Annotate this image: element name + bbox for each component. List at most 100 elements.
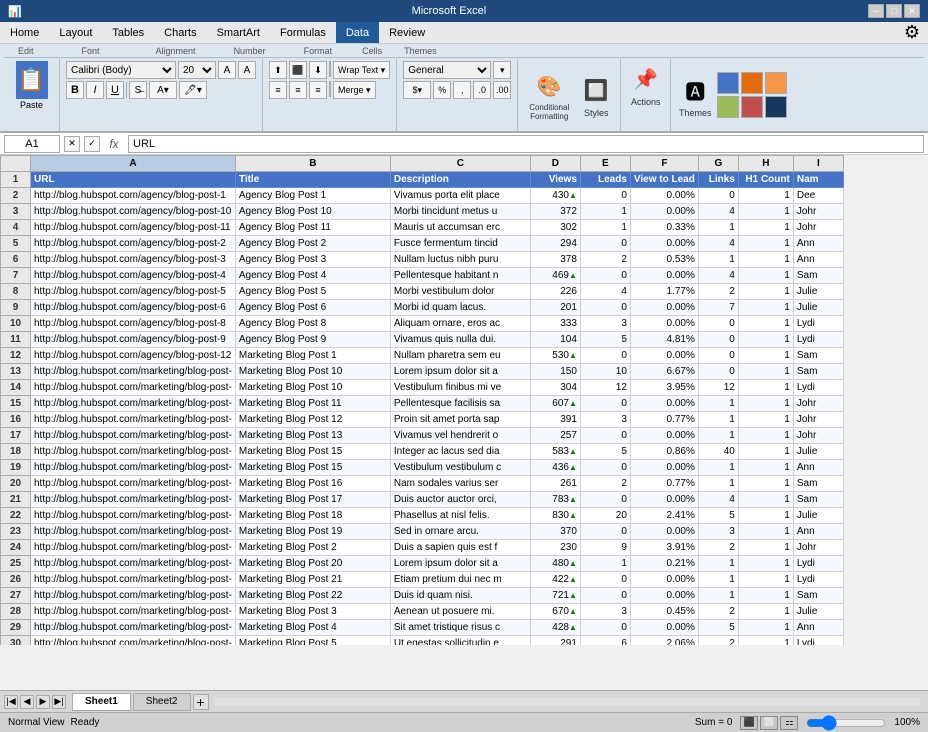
cell[interactable]: 0	[580, 460, 630, 476]
cell[interactable]: Marketing Blog Post 18	[235, 508, 390, 524]
cell[interactable]: http://blog.hubspot.com/marketing/blog-p…	[31, 396, 236, 412]
cell[interactable]: 0.00%	[630, 268, 698, 284]
cell[interactable]: 9	[580, 540, 630, 556]
row-number[interactable]: 27	[1, 588, 31, 604]
cell[interactable]: 1	[698, 460, 738, 476]
cell[interactable]: 201	[530, 300, 580, 316]
cell[interactable]: Lorem ipsum dolor sit a	[390, 556, 530, 572]
cell[interactable]: http://blog.hubspot.com/agency/blog-post…	[31, 332, 236, 348]
row-number[interactable]: 9	[1, 300, 31, 316]
tab-next-button[interactable]: ▶	[36, 695, 50, 709]
cell[interactable]: 1	[738, 204, 793, 220]
grid-wrapper[interactable]: A B C D E F G H I 1 URL Title Descriptio…	[0, 155, 928, 645]
row-number[interactable]: 4	[1, 220, 31, 236]
cell[interactable]: 4.81%	[630, 332, 698, 348]
normal-view-button[interactable]: ⬛	[740, 716, 758, 730]
cell[interactable]: Marketing Blog Post 3	[235, 604, 390, 620]
increase-decimal-button[interactable]: .00	[493, 81, 511, 99]
font-size-select[interactable]: 20	[178, 61, 216, 79]
cell[interactable]: http://blog.hubspot.com/marketing/blog-p…	[31, 540, 236, 556]
cell[interactable]: 1	[738, 412, 793, 428]
cell[interactable]: Duis id quam nisi.	[390, 588, 530, 604]
cell[interactable]: Morbi tincidunt metus u	[390, 204, 530, 220]
cell[interactable]: http://blog.hubspot.com/marketing/blog-p…	[31, 444, 236, 460]
cell[interactable]: Vivamus vel hendrerit o	[390, 428, 530, 444]
cell[interactable]: 0.00%	[630, 524, 698, 540]
cell[interactable]: 333	[530, 316, 580, 332]
cell[interactable]: 0.00%	[630, 300, 698, 316]
cell[interactable]: 0	[580, 492, 630, 508]
close-button[interactable]: ✕	[904, 4, 920, 18]
cell[interactable]: Lydi	[793, 332, 843, 348]
cell[interactable]: 0.00%	[630, 572, 698, 588]
italic-button[interactable]: I	[86, 81, 104, 99]
cell[interactable]: 5	[698, 508, 738, 524]
cell[interactable]: Johr	[793, 220, 843, 236]
row-number[interactable]: 21	[1, 492, 31, 508]
cell[interactable]: 1	[698, 556, 738, 572]
cell[interactable]: 0.00%	[630, 348, 698, 364]
percent-button[interactable]: %	[433, 81, 451, 99]
cell[interactable]: 3.91%	[630, 540, 698, 556]
col-header-i[interactable]: I	[793, 156, 843, 172]
cell[interactable]: 378	[530, 252, 580, 268]
minimize-button[interactable]: ─	[868, 4, 884, 18]
col-header-f[interactable]: F	[630, 156, 698, 172]
cell[interactable]: 1	[738, 396, 793, 412]
row-number[interactable]: 8	[1, 284, 31, 300]
cell[interactable]: http://blog.hubspot.com/marketing/blog-p…	[31, 364, 236, 380]
align-bottom-button[interactable]: ⬇	[309, 61, 327, 79]
cell[interactable]: 0.77%	[630, 412, 698, 428]
cell[interactable]: 1	[738, 460, 793, 476]
cell[interactable]: Lydi	[793, 380, 843, 396]
cell[interactable]: 20	[580, 508, 630, 524]
cell[interactable]: Marketing Blog Post 11	[235, 396, 390, 412]
cell[interactable]: 0	[698, 188, 738, 204]
cell[interactable]: 4	[698, 492, 738, 508]
cell[interactable]: 1	[738, 188, 793, 204]
cell[interactable]: Pellentesque facilisis sa	[390, 396, 530, 412]
align-left-button[interactable]: ≡	[269, 81, 287, 99]
styles-button[interactable]: 🔲 Styles	[578, 72, 614, 118]
cell[interactable]: 1	[738, 620, 793, 636]
cell[interactable]: 5	[580, 332, 630, 348]
cell[interactable]: 1	[580, 220, 630, 236]
cell[interactable]: 0.00%	[630, 428, 698, 444]
cell[interactable]: 3	[580, 604, 630, 620]
cell[interactable]: 1	[738, 236, 793, 252]
cell[interactable]: 4	[698, 268, 738, 284]
cell[interactable]: Agency Blog Post 3	[235, 252, 390, 268]
align-top-button[interactable]: ⬆	[269, 61, 287, 79]
row-number[interactable]: 11	[1, 332, 31, 348]
row-number[interactable]: 13	[1, 364, 31, 380]
cell[interactable]: 302	[530, 220, 580, 236]
maximize-button[interactable]: □	[886, 4, 902, 18]
cell[interactable]: 3	[698, 524, 738, 540]
cell[interactable]: 104	[530, 332, 580, 348]
formula-input[interactable]	[128, 135, 924, 153]
cell[interactable]: 436▲	[530, 460, 580, 476]
row-number[interactable]: 19	[1, 460, 31, 476]
cell[interactable]: 3	[580, 316, 630, 332]
cell[interactable]: http://blog.hubspot.com/marketing/blog-p…	[31, 556, 236, 572]
cell[interactable]: Marketing Blog Post 4	[235, 620, 390, 636]
cell[interactable]: http://blog.hubspot.com/agency/blog-post…	[31, 316, 236, 332]
row-number[interactable]: 26	[1, 572, 31, 588]
row-number[interactable]: 7	[1, 268, 31, 284]
cell[interactable]: http://blog.hubspot.com/agency/blog-post…	[31, 300, 236, 316]
cell[interactable]: 1	[698, 572, 738, 588]
row-number[interactable]: 23	[1, 524, 31, 540]
row-number[interactable]: 10	[1, 316, 31, 332]
row-number[interactable]: 29	[1, 620, 31, 636]
cell[interactable]: Agency Blog Post 2	[235, 236, 390, 252]
formula-confirm-button[interactable]: ✓	[84, 136, 100, 152]
cell[interactable]: 1	[698, 588, 738, 604]
cell[interactable]: Ann	[793, 236, 843, 252]
cell[interactable]: 428▲	[530, 620, 580, 636]
cell[interactable]: Julie	[793, 284, 843, 300]
cell[interactable]: 480▲	[530, 556, 580, 572]
cell[interactable]: Sed in ornare arcu.	[390, 524, 530, 540]
cell[interactable]: 469▲	[530, 268, 580, 284]
cell[interactable]: 1	[738, 604, 793, 620]
align-middle-button[interactable]: ⬛	[289, 61, 307, 79]
